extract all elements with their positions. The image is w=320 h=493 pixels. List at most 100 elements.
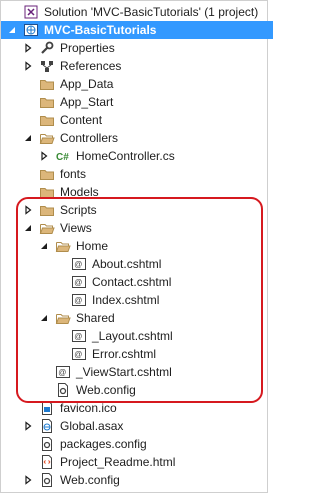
tree-item-label: Web.config	[76, 383, 136, 397]
tree-item-label: Content	[60, 113, 103, 127]
svg-text:@: @	[74, 350, 82, 359]
csharp-file-icon: C#	[55, 148, 71, 164]
tree-item-label: App_Start	[60, 95, 114, 109]
tree-item[interactable]: Shared	[1, 309, 305, 327]
razor-file-icon: @	[71, 256, 87, 272]
tree-item-label: favicon.ico	[60, 401, 117, 415]
folder-open-icon	[55, 238, 71, 254]
tree-item[interactable]: favicon.ico	[1, 399, 289, 417]
tree-item-label: Solution 'MVC-BasicTutorials' (1 project…	[44, 5, 259, 19]
tree-item[interactable]: Web.config	[1, 381, 305, 399]
svg-text:@: @	[58, 368, 66, 377]
tree-item[interactable]: App_Data	[1, 75, 289, 93]
svg-text:@: @	[74, 278, 82, 287]
tree-item-label: HomeController.cs	[76, 149, 175, 163]
tree-item-label: Contact.cshtml	[92, 275, 172, 289]
tree-item-label: Index.cshtml	[92, 293, 160, 307]
tree-item[interactable]: MVC-BasicTutorials	[1, 21, 273, 39]
html-file-icon	[39, 454, 55, 470]
tree-item[interactable]: @ _Layout.cshtml	[1, 327, 320, 345]
svg-text:@: @	[74, 296, 82, 305]
tree-item-label: About.cshtml	[92, 257, 162, 271]
tree-item-label: fonts	[60, 167, 87, 181]
tree-item-label: MVC-BasicTutorials	[44, 23, 157, 37]
tree-item[interactable]: App_Start	[1, 93, 289, 111]
folder-icon	[39, 94, 55, 110]
expanded-arrow-icon[interactable]	[7, 25, 17, 35]
tree-item[interactable]: References	[1, 57, 289, 75]
tree-item[interactable]: Controllers	[1, 129, 289, 147]
razor-file-icon: @	[71, 328, 87, 344]
folder-icon	[39, 202, 55, 218]
razor-file-icon: @	[71, 346, 87, 362]
expanded-arrow-icon[interactable]	[23, 133, 33, 143]
collapsed-arrow-icon[interactable]	[23, 205, 33, 215]
expanded-arrow-icon[interactable]	[23, 223, 33, 233]
tree-item-label: _Layout.cshtml	[92, 329, 173, 343]
folder-open-icon	[39, 220, 55, 236]
tree-item[interactable]: Home	[1, 237, 305, 255]
razor-file-icon: @	[71, 274, 87, 290]
tree-item-label: Project_Readme.html	[60, 455, 176, 469]
tree-item[interactable]: packages.config	[1, 435, 289, 453]
tree-item[interactable]: Models	[1, 183, 289, 201]
collapsed-arrow-icon[interactable]	[39, 151, 49, 161]
tree-item-label: Web.config	[60, 473, 120, 487]
tree-item-label: References	[60, 59, 122, 73]
tree-item[interactable]: Project_Readme.html	[1, 453, 289, 471]
config-file-icon	[39, 436, 55, 452]
tree-item-label: Home	[76, 239, 109, 253]
svg-text:@: @	[74, 260, 82, 269]
expanded-arrow-icon[interactable]	[39, 241, 49, 251]
tree-item-label: Controllers	[60, 131, 119, 145]
folder-open-icon	[39, 130, 55, 146]
tree-item-label: Error.cshtml	[92, 347, 157, 361]
collapsed-arrow-icon[interactable]	[23, 61, 33, 71]
tree-item[interactable]: Web.config	[1, 471, 289, 489]
solution-icon	[23, 4, 39, 20]
tree-item-label: Views	[60, 221, 92, 235]
tree-item[interactable]: Properties	[1, 39, 289, 57]
tree-item-label: Shared	[76, 311, 115, 325]
config-file-icon	[55, 382, 71, 398]
web-project-icon	[23, 22, 39, 38]
tree-item[interactable]: @ _ViewStart.cshtml	[1, 363, 305, 381]
tree-item[interactable]: Scripts	[1, 201, 289, 219]
tree-item[interactable]: @ Contact.cshtml	[1, 273, 320, 291]
tree-item-label: Global.asax	[60, 419, 124, 433]
svg-text:C#: C#	[56, 152, 69, 163]
tree-item[interactable]: C# HomeController.cs	[1, 147, 305, 165]
tree-item-label: Properties	[60, 41, 115, 55]
wrench-icon	[39, 40, 55, 56]
tree-item[interactable]: Content	[1, 111, 289, 129]
folder-open-icon	[55, 310, 71, 326]
expanded-arrow-icon[interactable]	[39, 313, 49, 323]
tree-item[interactable]: Global.asax	[1, 417, 289, 435]
image-file-icon	[39, 400, 55, 416]
references-icon	[39, 58, 55, 74]
folder-icon	[39, 166, 55, 182]
tree-item-label: Models	[60, 185, 99, 199]
folder-icon	[39, 184, 55, 200]
svg-text:@: @	[74, 332, 82, 341]
folder-icon	[39, 76, 55, 92]
collapsed-arrow-icon[interactable]	[23, 475, 33, 485]
collapsed-arrow-icon[interactable]	[23, 421, 33, 431]
tree-item-label: Scripts	[60, 203, 97, 217]
tree-item-label: _ViewStart.cshtml	[76, 365, 172, 379]
razor-file-icon: @	[71, 292, 87, 308]
tree-item[interactable]: Views	[1, 219, 289, 237]
tree-item[interactable]: @ Error.cshtml	[1, 345, 320, 363]
config-file-icon	[39, 472, 55, 488]
tree-item-label: App_Data	[60, 77, 114, 91]
folder-icon	[39, 112, 55, 128]
tree-item[interactable]: Solution 'MVC-BasicTutorials' (1 project…	[1, 3, 273, 21]
tree-item[interactable]: @ Index.cshtml	[1, 291, 320, 309]
tree-item-label: packages.config	[60, 437, 147, 451]
tree-item[interactable]: fonts	[1, 165, 289, 183]
tree-item[interactable]: @ About.cshtml	[1, 255, 320, 273]
razor-file-icon: @	[55, 364, 71, 380]
global-asax-icon	[39, 418, 55, 434]
collapsed-arrow-icon[interactable]	[23, 43, 33, 53]
solution-explorer-tree: Solution 'MVC-BasicTutorials' (1 project…	[0, 0, 273, 493]
